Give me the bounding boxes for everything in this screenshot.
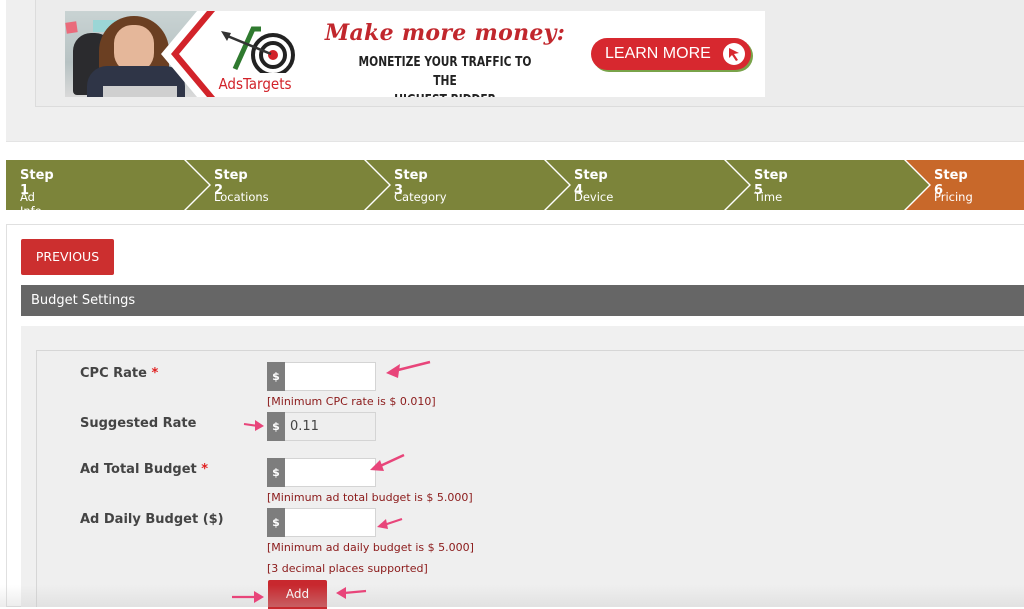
cursor-icon	[723, 43, 745, 65]
suggested-rate-input-group: $	[267, 412, 376, 441]
decimal-places-note: [3 decimal places supported]	[267, 562, 428, 575]
dollar-sign-addon: $	[267, 412, 285, 441]
banner-subline-line1: MONETIZE YOUR TRAFFIC TO THE	[358, 55, 532, 89]
daily-budget-input[interactable]	[285, 508, 376, 537]
banner-subline: MONETIZE YOUR TRAFFIC TO THE HIGHEST BID…	[347, 53, 544, 97]
add-button[interactable]: Add	[268, 580, 327, 609]
total-budget-hint: [Minimum ad total budget is $ 5.000]	[267, 491, 473, 504]
step-subtitle: Ad Info	[20, 190, 42, 218]
annotation-arrow-icon	[386, 360, 431, 378]
brand-name: AdsTargets	[218, 75, 292, 93]
sticky-note	[65, 21, 78, 34]
annotation-arrow-icon	[232, 591, 264, 603]
cpc-rate-input[interactable]	[285, 362, 376, 391]
cpc-rate-input-group: $	[267, 362, 376, 391]
suggested-rate-field	[285, 412, 376, 441]
wizard-steps-background	[6, 160, 1024, 210]
step-subtitle: Category	[394, 190, 447, 204]
learn-more-label: LEARN MORE	[605, 45, 711, 62]
cpc-rate-label: CPC Rate *	[80, 366, 158, 381]
total-budget-label-text: Ad Total Budget	[80, 462, 197, 477]
banner-subline-line2: HIGHEST BIDDER	[347, 91, 544, 97]
step-subtitle: Time	[754, 190, 783, 204]
dollar-sign-addon: $	[267, 508, 285, 537]
daily-budget-input-group: $	[267, 508, 376, 537]
target-icon	[221, 26, 295, 77]
annotation-arrow-icon	[243, 420, 264, 431]
step-subtitle: Locations	[214, 190, 269, 204]
total-budget-label: Ad Total Budget *	[80, 462, 208, 477]
suggested-rate-label: Suggested Rate	[80, 416, 197, 431]
required-marker: *	[201, 462, 209, 477]
daily-budget-label: Ad Daily Budget ($)	[80, 512, 224, 527]
previous-button[interactable]: PREVIOUS	[21, 239, 114, 275]
cpc-rate-hint: [Minimum CPC rate is $ 0.010]	[267, 395, 436, 408]
cpc-rate-label-text: CPC Rate	[80, 366, 147, 381]
banner-headline: Make more money:	[324, 20, 566, 46]
budget-form	[36, 350, 1024, 607]
daily-budget-hint: [Minimum ad daily budget is $ 5.000]	[267, 541, 474, 554]
learn-more-button[interactable]: LEARN MORE	[591, 38, 751, 70]
annotation-arrow-icon	[370, 453, 405, 471]
total-budget-input[interactable]	[285, 458, 376, 487]
step-subtitle: Device	[574, 190, 614, 204]
required-marker: *	[151, 366, 159, 381]
dollar-sign-addon: $	[267, 362, 285, 391]
annotation-arrow-icon	[377, 517, 403, 529]
annotation-arrow-icon	[336, 587, 367, 599]
advertisement-banner[interactable]: AdsTargets Make more money: MONETIZE YOU…	[65, 11, 765, 97]
wizard-steps: Step 1 Ad Info Step 2 Locations Step 3 C…	[6, 160, 1024, 218]
dollar-sign-addon: $	[267, 458, 285, 487]
section-header: Budget Settings	[21, 285, 1024, 316]
step-subtitle: Pricing	[934, 190, 973, 204]
total-budget-input-group: $	[267, 458, 376, 487]
brand-logo: AdsTargets	[205, 21, 305, 93]
